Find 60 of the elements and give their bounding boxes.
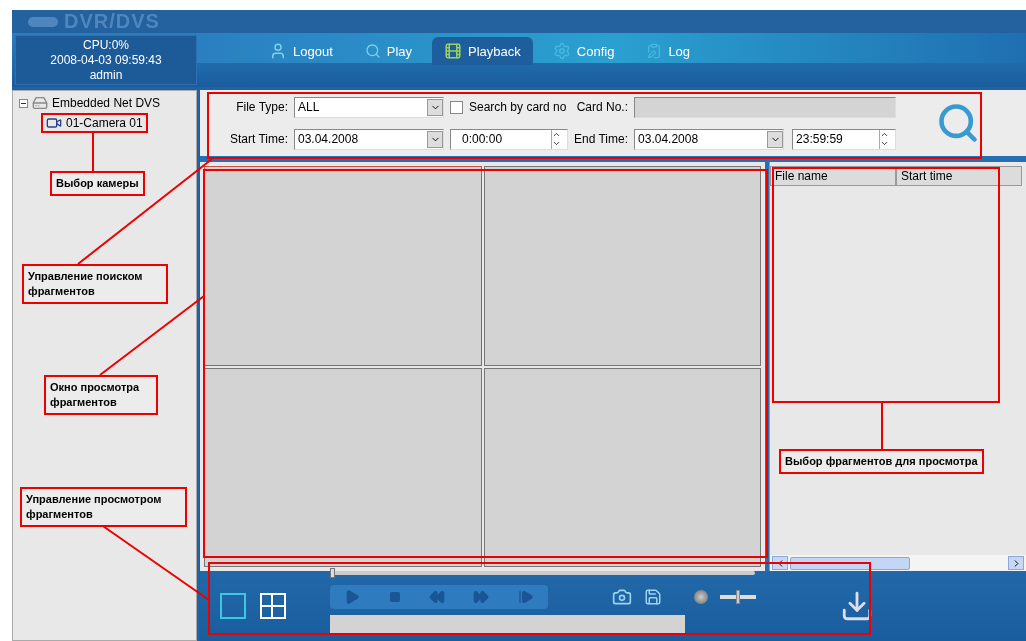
end-time-value: 23:59:59 [796,132,843,146]
card-search-checkbox[interactable]: Search by card no [450,100,568,114]
step-button[interactable] [517,589,534,605]
card-number-label: Card No.: [575,100,629,114]
single-layout-button[interactable] [220,593,246,619]
start-time-value: 0:00:00 [461,132,503,146]
dropdown-button[interactable] [767,130,784,148]
clipboard-icon [646,43,663,59]
leader-line [881,402,883,450]
nav-tab[interactable]: Playback [432,37,533,65]
annotation-label: Управление поиском фрагментов [22,264,168,304]
annotation-label: Выбор камеры [50,171,145,196]
video-pane[interactable] [204,367,482,567]
scroll-bar[interactable] [770,555,1026,571]
video-pane[interactable] [483,166,761,366]
annotation-label: Управление просмотром фрагментов [20,487,187,527]
position-slider[interactable] [330,571,755,575]
stop-button[interactable] [388,591,401,603]
end-time-field[interactable]: 23:59:59 [792,128,897,150]
scroll-right-button[interactable] [1008,556,1024,570]
logo-icon [28,16,58,27]
user-icon [269,42,287,60]
file-type-dropdown[interactable]: ALL [294,96,444,118]
start-date-value: 03.04.2008 [298,132,359,146]
nav-tab[interactable]: Logout [257,37,345,65]
save-button[interactable] [644,588,662,606]
snapshot-button[interactable] [612,587,632,607]
start-time-label: Start Time: [230,132,288,146]
tree-item[interactable]: 01-Camera 01 [66,116,143,130]
device-icon [32,95,48,111]
tree-item[interactable]: Embedded Net DVS [52,96,161,110]
card-number-field[interactable] [634,96,897,118]
search-icon [364,43,381,59]
end-date-value: 03.04.2008 [638,132,699,146]
play-button[interactable] [344,589,361,605]
file-type-value: ALL [298,100,320,114]
rewind-button[interactable] [428,589,445,605]
end-date-picker[interactable]: 03.04.2008 [634,128,785,150]
video-pane[interactable] [204,166,482,366]
volume-icon [694,590,708,604]
start-date-picker[interactable]: 03.04.2008 [294,128,444,150]
dropdown-button[interactable] [427,130,443,148]
quad-layout-button[interactable] [260,593,286,619]
start-time-field[interactable]: 0:00:00 [450,128,568,150]
file-type-label: File Type: [235,100,288,114]
nav-tab[interactable]: Play [352,37,425,65]
column-header[interactable]: Start time [896,166,1022,186]
gear-icon [552,42,571,60]
cpu-usage: CPU:0% [83,37,129,53]
dropdown-button[interactable] [427,98,443,116]
annotation-label: Окно просмотра фрагментов [44,375,158,415]
video-pane[interactable] [483,367,761,567]
date-time: 2008-04-03 09:59:43 [50,52,162,68]
collapse-toggle[interactable] [19,98,28,108]
fast-forward-button[interactable] [473,589,490,605]
user-name: admin [89,67,123,83]
annotation-label: Выбор фрагментов для просмотра [779,449,984,474]
film-icon [444,42,463,60]
camera-icon [46,115,62,131]
end-time-label: End Time: [574,132,629,146]
